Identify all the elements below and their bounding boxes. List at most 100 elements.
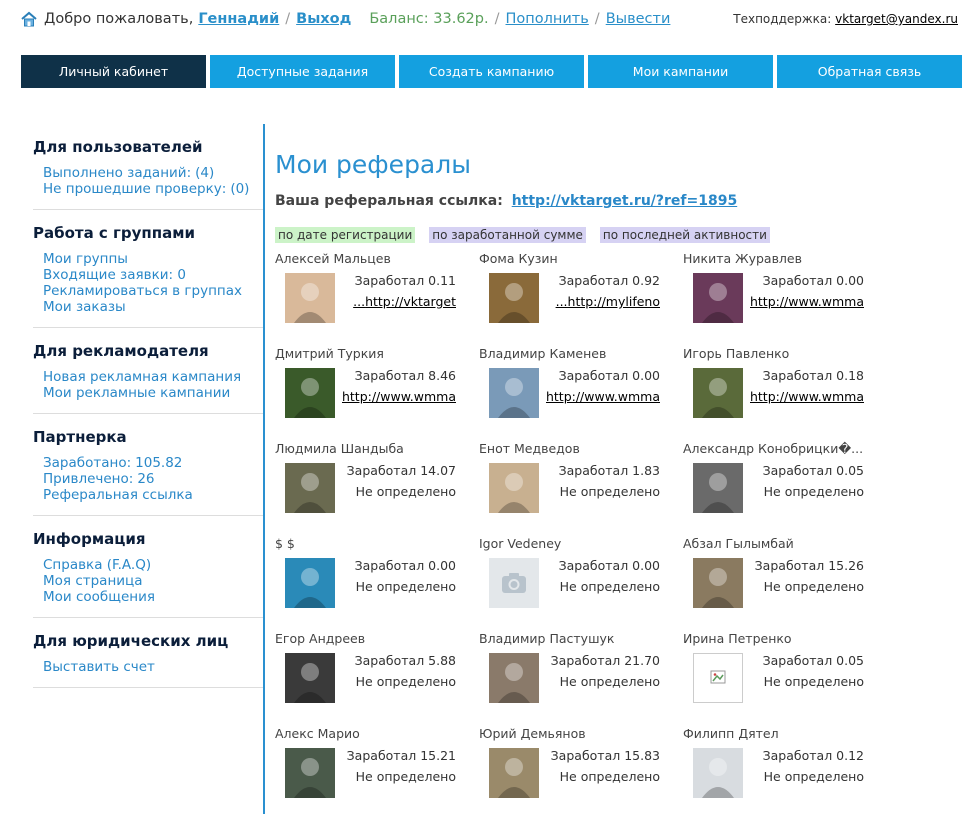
sidebar-link-value: 26: [137, 471, 155, 487]
avatar[interactable]: [285, 748, 335, 798]
sidebar-link[interactable]: Новая рекламная кампания: [33, 369, 263, 385]
user-photo-icon: [498, 758, 530, 798]
avatar[interactable]: [693, 558, 743, 608]
sidebar-link-value: 105.82: [135, 455, 183, 471]
avatar[interactable]: [489, 558, 539, 608]
referral-earned: Заработал 0.05: [762, 463, 864, 478]
sort-by-activity[interactable]: по последней активности: [599, 227, 770, 243]
sidebar-link-label: Входящие заявки: 0: [43, 267, 186, 283]
sort-options: по дате регистрации по заработанной сумм…: [275, 227, 965, 243]
avatar[interactable]: [693, 368, 743, 418]
sort-by-registration[interactable]: по дате регистрации: [275, 227, 416, 243]
avatar[interactable]: [489, 273, 539, 323]
referral-card: $ $ Заработал 0.00 Не определено: [275, 536, 479, 631]
referral-earned: Заработал 0.00: [558, 368, 660, 383]
avatar[interactable]: [489, 463, 539, 513]
nav-item[interactable]: Личный кабинет: [21, 55, 206, 88]
referral-site-undefined: Не определено: [355, 674, 456, 689]
user-name-link[interactable]: Геннадий: [198, 11, 279, 27]
referral-earned: Заработал 0.12: [762, 748, 864, 763]
avatar[interactable]: [489, 653, 539, 703]
broken-image-icon: [710, 670, 726, 684]
referral-site-link[interactable]: http://www.wmma...: [546, 389, 660, 404]
referral-site-link[interactable]: http://www.wmma...: [342, 389, 456, 404]
user-photo-icon: [498, 663, 530, 703]
nav-item[interactable]: Создать кампанию: [399, 55, 584, 88]
topup-link[interactable]: Пополнить: [506, 11, 589, 27]
top-bar: Добро пожаловать, Геннадий / Выход Балан…: [20, 8, 958, 30]
sidebar-link[interactable]: Справка (F.A.Q): [33, 557, 263, 573]
referral-card: Дмитрий Туркия Заработал 8.46 http://www.w…: [275, 346, 479, 441]
logout-link[interactable]: Выход: [296, 11, 351, 27]
sidebar-divider: [263, 124, 265, 814]
referral-card: Ирина Петренко Заработал 0.05 Не определен…: [683, 631, 887, 726]
avatar[interactable]: [285, 558, 335, 608]
referral-card: Енот Медведов Заработал 1.83 Не определено: [479, 441, 683, 536]
avatar[interactable]: [693, 653, 743, 703]
balance-text: Баланс: 33.62р.: [369, 11, 489, 27]
sidebar-link-label: Мои рекламные кампании: [43, 385, 231, 401]
sidebar-section: Информация Справка (F.A.Q) Моя страница Мои…: [33, 516, 263, 618]
support-email-link[interactable]: vktarget@yandex.ru: [835, 12, 958, 26]
sidebar-link[interactable]: Мои рекламные кампании: [33, 385, 263, 401]
referral-site-undefined: Не определено: [355, 579, 456, 594]
sort-by-earnings[interactable]: по заработанной сумме: [429, 227, 586, 243]
avatar[interactable]: [693, 748, 743, 798]
avatar[interactable]: [285, 368, 335, 418]
sidebar-link[interactable]: Входящие заявки: 0: [33, 267, 263, 283]
referral-site-link[interactable]: http://vktarget...: [342, 294, 456, 309]
sidebar-link[interactable]: Моя страница: [33, 573, 263, 589]
avatar[interactable]: [285, 653, 335, 703]
referral-name: Владимир Пастушук: [479, 631, 615, 646]
referral-earned: Заработал 0.00: [762, 273, 864, 288]
avatar[interactable]: [285, 463, 335, 513]
sidebar-section-title: Информация: [33, 530, 146, 548]
referral-link-line: Ваша реферальная ссылка: http://vktarget…: [275, 193, 965, 209]
withdraw-link[interactable]: Вывести: [606, 11, 671, 27]
referral-name: Филипп Дятел: [683, 726, 779, 741]
main-content: Мои рефералы Ваша реферальная ссылка: ht…: [275, 150, 965, 814]
sidebar-link[interactable]: Реферальная ссылка: [33, 487, 263, 503]
referral-earned: Заработал 8.46: [354, 368, 456, 383]
avatar[interactable]: [693, 273, 743, 323]
nav-item[interactable]: Доступные задания: [210, 55, 395, 88]
home-icon[interactable]: [20, 11, 38, 27]
avatar[interactable]: [489, 748, 539, 798]
avatar[interactable]: [693, 463, 743, 513]
sidebar-link[interactable]: Мои сообщения: [33, 589, 263, 605]
referral-name: Енот Медведов: [479, 441, 580, 456]
referral-name: $ $: [275, 536, 295, 551]
sidebar-link[interactable]: Мои заказы: [33, 299, 263, 315]
sidebar-link[interactable]: Не прошедшие проверку: (0): [33, 181, 263, 197]
avatar[interactable]: [285, 273, 335, 323]
sidebar-link[interactable]: Выставить счет: [33, 659, 263, 675]
referral-card: Юрий Демьянов Заработал 15.83 Не определен…: [479, 726, 683, 814]
referral-site-link[interactable]: http://www.wmma...: [750, 294, 864, 309]
referral-earned: Заработал 1.83: [558, 463, 660, 478]
separator: /: [494, 11, 500, 27]
support-label: Техподдержка:: [733, 12, 832, 26]
page-title: Мои рефералы: [275, 150, 471, 179]
referral-earned: Заработал 15.83: [550, 748, 660, 763]
referral-card: Игорь Павленко Заработал 0.18 http://www.w…: [683, 346, 887, 441]
separator: /: [594, 11, 600, 27]
sidebar-link[interactable]: Рекламироваться в группах: [33, 283, 263, 299]
avatar[interactable]: [489, 368, 539, 418]
sidebar-section: Работа с группами Мои группы Входящие заяв…: [33, 210, 263, 328]
user-photo-icon: [294, 473, 326, 513]
referral-site-link[interactable]: http://www.wmma...: [750, 389, 864, 404]
sidebar-link[interactable]: Выполнено заданий: (4): [33, 165, 263, 181]
referral-site-link[interactable]: http://mylifeno...: [546, 294, 660, 309]
nav-item[interactable]: Обратная связь: [777, 55, 962, 88]
sidebar-link-label: Мои сообщения: [43, 589, 155, 605]
sidebar-link[interactable]: Заработано: 105.82: [33, 455, 263, 471]
nav-item[interactable]: Мои кампании: [588, 55, 773, 88]
sidebar-link[interactable]: Мои группы: [33, 251, 263, 267]
referral-link[interactable]: http://vktarget.ru/?ref=1895: [512, 193, 738, 209]
sidebar-link[interactable]: Привлечено: 26: [33, 471, 263, 487]
sidebar-section-title: Партнерка: [33, 428, 127, 446]
referral-name: Никита Журавлев: [683, 251, 802, 266]
sidebar-section: Для пользователей Выполнено заданий: (4) Не…: [33, 124, 263, 210]
referral-card: Владимир Пастушук Заработал 21.70 Не опред…: [479, 631, 683, 726]
support-info: Техподдержка: vktarget@yandex.ru: [733, 12, 958, 26]
